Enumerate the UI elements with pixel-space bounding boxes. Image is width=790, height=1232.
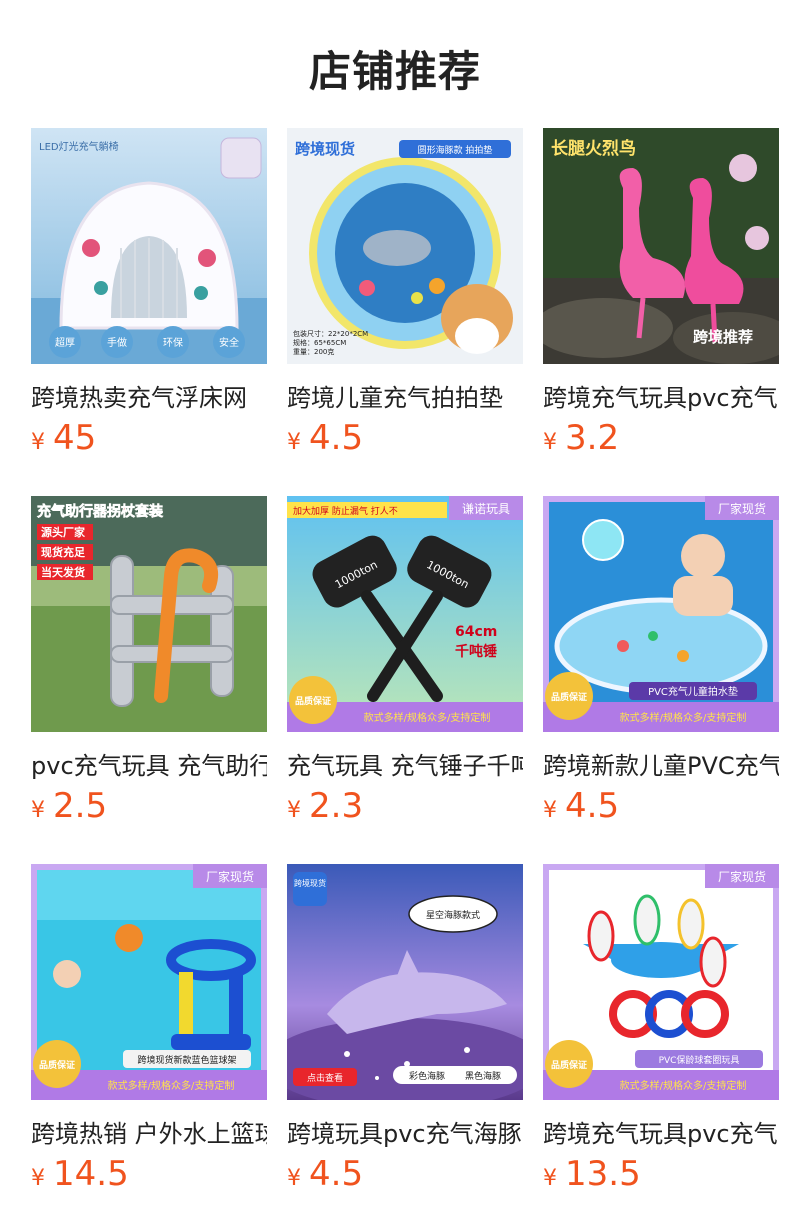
- product-image[interactable]: LED灯光充气躺椅 超厚 手做 环保 安全: [31, 128, 267, 364]
- image-caption: 跨境现货: [294, 878, 326, 888]
- currency-symbol: ¥: [31, 430, 45, 455]
- image-caption: 安全: [219, 336, 239, 349]
- price-value: 13.5: [565, 1154, 641, 1194]
- currency-symbol: ¥: [31, 1166, 45, 1191]
- image-caption: 星空海豚款式: [426, 909, 480, 921]
- product-name[interactable]: 跨境热卖充气浮床网: [31, 378, 267, 412]
- price-value: 4.5: [309, 1154, 364, 1194]
- product-card[interactable]: 充气助行器拐杖套装 源头厂家 现货充足 当天发货 pvc充气玩具 充气助行 ¥ …: [31, 496, 267, 864]
- image-caption: 点击查看: [307, 1072, 343, 1084]
- image-caption: 厂家现货: [206, 869, 254, 884]
- product-image[interactable]: 加大加厚 防止漏气 打人不 谦诺玩具 1000ton 1000ton 64cm …: [287, 496, 523, 732]
- product-name[interactable]: 跨境玩具pvc充气海豚: [287, 1114, 523, 1148]
- product-name[interactable]: 跨境充气玩具pvc充气: [543, 378, 779, 412]
- product-image[interactable]: 跨境现货 星空海豚款式 点击查看 彩色海豚 黑色海豚: [287, 864, 523, 1100]
- product-card[interactable]: 厂家现货 PVC充气儿童拍水垫 品质保证 款式多样/规格众多/支持定制 跨境新款…: [543, 496, 779, 864]
- image-caption: 当天发货: [41, 565, 85, 579]
- image-caption: 重量：200克: [293, 348, 334, 356]
- product-grid: LED灯光充气躺椅 超厚 手做 环保 安全 跨境热卖充气浮床网 ¥ 45 跨境现…: [31, 128, 779, 1232]
- image-caption: PVC保龄球套圈玩具: [659, 1054, 740, 1066]
- image-caption: 超厚: [55, 336, 75, 349]
- currency-symbol: ¥: [287, 1166, 301, 1191]
- image-caption: 充气助行器拐杖套装: [37, 503, 164, 520]
- product-name[interactable]: 跨境儿童充气拍拍垫: [287, 378, 523, 412]
- currency-symbol: ¥: [543, 798, 557, 823]
- currency-symbol: ¥: [31, 798, 45, 823]
- price-value: 3.2: [565, 418, 620, 458]
- image-caption: 64cm: [455, 624, 497, 640]
- product-image[interactable]: 充气助行器拐杖套装 源头厂家 现货充足 当天发货: [31, 496, 267, 732]
- product-card[interactable]: 跨境现货 星空海豚款式 点击查看 彩色海豚 黑色海豚 跨境玩具pvc充气海豚 ¥…: [287, 864, 523, 1232]
- product-name[interactable]: 充气玩具 充气锤子千吨: [287, 746, 523, 780]
- image-caption: LED灯光充气躺椅: [39, 140, 119, 153]
- price-value: 14.5: [53, 1154, 129, 1194]
- product-card[interactable]: 长腿火烈鸟 跨境推荐 跨境充气玩具pvc充气 ¥ 3.2: [543, 128, 779, 496]
- price-value: 2.3: [309, 786, 364, 826]
- product-card[interactable]: 跨境现货 圆形海豚款 拍拍垫 包装尺寸：22*20*2CM 规格：65*65CM…: [287, 128, 523, 496]
- currency-symbol: ¥: [287, 798, 301, 823]
- price-value: 2.5: [53, 786, 108, 826]
- product-card[interactable]: 加大加厚 防止漏气 打人不 谦诺玩具 1000ton 1000ton 64cm …: [287, 496, 523, 864]
- price-value: 4.5: [309, 418, 364, 458]
- image-caption: 品质保证: [295, 695, 331, 707]
- price-value: 4.5: [565, 786, 620, 826]
- image-caption: 跨境现货: [295, 140, 355, 158]
- image-caption: 厂家现货: [718, 501, 766, 516]
- image-caption: 品质保证: [551, 1059, 587, 1071]
- product-price: ¥ 4.5: [287, 1154, 523, 1200]
- product-price: ¥ 45: [31, 418, 267, 464]
- image-caption: 长腿火烈鸟: [551, 138, 636, 159]
- product-card[interactable]: LED灯光充气躺椅 超厚 手做 环保 安全 跨境热卖充气浮床网 ¥ 45: [31, 128, 267, 496]
- image-caption: 环保: [163, 336, 183, 349]
- image-caption: 厂家现货: [718, 869, 766, 884]
- product-price: ¥ 4.5: [287, 418, 523, 464]
- image-caption: 现货充足: [41, 545, 86, 559]
- product-price: ¥ 13.5: [543, 1154, 779, 1200]
- currency-symbol: ¥: [543, 1166, 557, 1191]
- price-value: 45: [53, 418, 97, 458]
- image-caption: 品质保证: [39, 1059, 75, 1071]
- image-caption: 跨境现货新款蓝色篮球架: [137, 1054, 236, 1066]
- image-caption: 款式多样/规格众多/支持定制: [620, 711, 747, 724]
- image-caption: 款式多样/规格众多/支持定制: [364, 711, 491, 724]
- product-image[interactable]: 长腿火烈鸟 跨境推荐: [543, 128, 779, 364]
- image-caption: 黑色海豚: [465, 1070, 501, 1082]
- product-card[interactable]: PVC保龄球套圈玩具 厂家现货 品质保证 款式多样/规格众多/支持定制 跨境充气…: [543, 864, 779, 1232]
- product-price: ¥ 3.2: [543, 418, 779, 464]
- image-caption: 款式多样/规格众多/支持定制: [620, 1079, 747, 1092]
- image-caption: 规格：65*65CM: [293, 338, 346, 347]
- currency-symbol: ¥: [543, 430, 557, 455]
- product-card[interactable]: 跨境现货新款蓝色篮球架 厂家现货 品质保证 款式多样/规格众多/支持定制 跨境热…: [31, 864, 267, 1232]
- page-title: 店铺推荐: [308, 47, 481, 96]
- product-image[interactable]: 厂家现货 PVC充气儿童拍水垫 品质保证 款式多样/规格众多/支持定制: [543, 496, 779, 732]
- product-price: ¥ 2.5: [31, 786, 267, 832]
- image-caption: 品质保证: [551, 691, 587, 703]
- image-caption: 彩色海豚: [409, 1070, 445, 1082]
- product-name[interactable]: 跨境充气玩具pvc充气: [543, 1114, 779, 1148]
- product-name[interactable]: pvc充气玩具 充气助行: [31, 746, 267, 780]
- product-price: ¥ 2.3: [287, 786, 523, 832]
- image-caption: 款式多样/规格众多/支持定制: [108, 1079, 235, 1092]
- image-caption: 谦诺玩具: [462, 502, 510, 516]
- shop-recommendation-page: 店铺推荐 LED灯光充气躺椅 超厚 手做 环保 安全 跨境热卖充气浮床网 ¥ 4…: [0, 0, 790, 1232]
- product-name[interactable]: 跨境热销 户外水上篮球: [31, 1114, 267, 1148]
- image-caption: 加大加厚 防止漏气 打人不: [293, 505, 398, 517]
- image-caption: 源头厂家: [41, 525, 86, 539]
- image-caption: 千吨锤: [455, 643, 497, 660]
- product-price: ¥ 4.5: [543, 786, 779, 832]
- currency-symbol: ¥: [287, 430, 301, 455]
- image-caption: 包装尺寸：22*20*2CM: [293, 329, 368, 338]
- image-caption: 跨境推荐: [693, 328, 753, 346]
- product-image[interactable]: 跨境现货 圆形海豚款 拍拍垫 包装尺寸：22*20*2CM 规格：65*65CM…: [287, 128, 523, 364]
- image-caption: 圆形海豚款 拍拍垫: [418, 144, 493, 156]
- image-caption: 手做: [107, 336, 127, 349]
- image-caption: PVC充气儿童拍水垫: [648, 685, 738, 698]
- product-image[interactable]: PVC保龄球套圈玩具 厂家现货 品质保证 款式多样/规格众多/支持定制: [543, 864, 779, 1100]
- product-name[interactable]: 跨境新款儿童PVC充气: [543, 746, 779, 780]
- product-price: ¥ 14.5: [31, 1154, 267, 1200]
- product-image[interactable]: 跨境现货新款蓝色篮球架 厂家现货 品质保证 款式多样/规格众多/支持定制: [31, 864, 267, 1100]
